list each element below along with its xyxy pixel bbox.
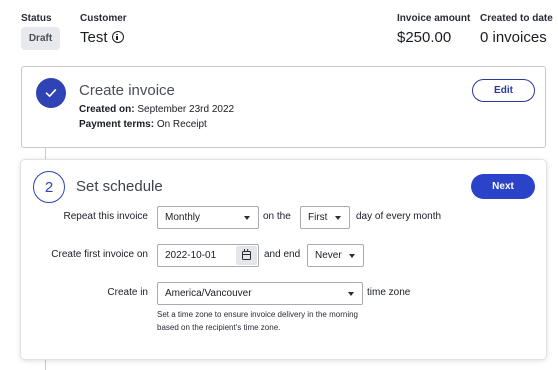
- step-number-indicator: 2: [33, 171, 65, 203]
- invoice-amount-value: $250.00: [397, 29, 452, 46]
- step-title: Create invoice: [79, 82, 175, 99]
- repeat-frequency-select[interactable]: Monthly: [157, 206, 259, 229]
- day-select[interactable]: First: [300, 206, 350, 229]
- day-suffix-text: day of every month: [356, 211, 442, 222]
- end-value: Never: [315, 250, 342, 261]
- customer-label: Customer: [80, 13, 127, 24]
- step-create-invoice-card: Create invoice Created on: September 23r…: [21, 66, 546, 148]
- repeat-label: Repeat this invoice: [63, 211, 149, 222]
- created-on-label: Created on:: [79, 104, 135, 115]
- created-on-value: September 23rd 2022: [137, 104, 235, 115]
- create-in-label: Create in: [107, 287, 148, 298]
- timezone-help-text-line2: based on the recipient's time zone.: [157, 323, 281, 332]
- next-button[interactable]: Next: [471, 174, 535, 199]
- timeline-connector: [45, 359, 46, 370]
- repeat-frequency-value: Monthly: [165, 212, 201, 223]
- created-to-date-label: Created to date: [480, 13, 553, 24]
- timezone-suffix-text: time zone: [367, 287, 411, 298]
- day-value: First: [308, 212, 328, 223]
- payment-terms-value: On Receipt: [156, 119, 207, 130]
- invoice-amount-label: Invoice amount: [397, 13, 471, 24]
- payment-terms-label: Payment terms:: [79, 119, 155, 130]
- chevron-down-icon: [349, 254, 355, 258]
- created-on-line: Created on: September 23rd 2022: [79, 104, 234, 115]
- chevron-down-icon: [244, 216, 250, 220]
- payment-terms-line: Payment terms: On Receipt: [79, 119, 207, 130]
- chevron-down-icon: [335, 216, 341, 220]
- first-invoice-label: Create first invoice on: [51, 249, 148, 260]
- info-icon[interactable]: [111, 31, 124, 43]
- step-complete-indicator: [36, 78, 66, 108]
- customer-value: Test: [80, 29, 124, 46]
- calendar-button[interactable]: [236, 246, 257, 265]
- step-set-schedule-card: 2 Set schedule Next Repeat this invoice …: [21, 160, 546, 359]
- status-label: Status: [21, 13, 52, 24]
- and-end-text: and end: [264, 249, 301, 260]
- first-invoice-date-value: 2022-10-01: [165, 250, 217, 261]
- end-select[interactable]: Never: [307, 244, 364, 267]
- status-badge: Draft: [21, 27, 60, 50]
- on-the-text: on the: [263, 211, 291, 222]
- timezone-help-text-line1: Set a time zone to ensure invoice delive…: [157, 310, 358, 319]
- step-title: Set schedule: [76, 178, 163, 195]
- chevron-down-icon: [348, 292, 354, 296]
- customer-name: Test: [80, 29, 108, 46]
- timezone-value: America/Vancouver: [165, 288, 252, 299]
- timezone-select[interactable]: America/Vancouver: [157, 282, 363, 305]
- created-to-date-value: 0 invoices: [480, 29, 547, 46]
- timeline-connector: [45, 148, 46, 160]
- edit-button[interactable]: Edit: [472, 79, 535, 102]
- calendar-icon: [242, 249, 251, 260]
- checkmark-icon: [45, 89, 57, 97]
- first-invoice-date-input[interactable]: 2022-10-01: [157, 244, 259, 267]
